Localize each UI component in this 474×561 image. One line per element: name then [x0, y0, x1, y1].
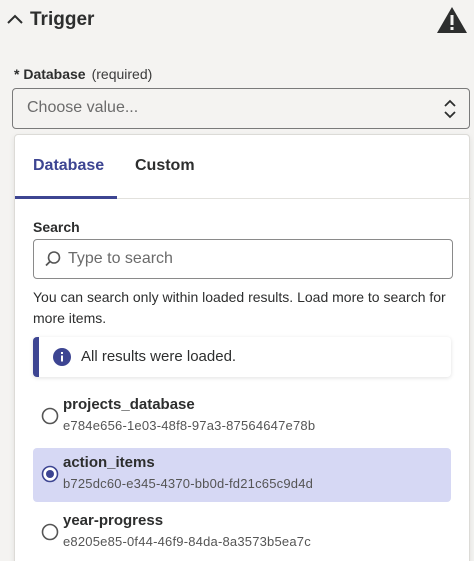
app-frame: Trigger * Database (required) Choose valu…: [0, 0, 474, 561]
database-field-label: * Database (required): [14, 66, 152, 82]
chevron-up-icon[interactable]: [6, 12, 24, 26]
option-year-progress[interactable]: year-progress e8205e85-0f44-46f9-84da-8a…: [33, 506, 451, 560]
option-projects-database[interactable]: projects_database e784e656-1e03-48f8-97a…: [33, 390, 451, 444]
notice-text: All results were loaded.: [81, 348, 237, 365]
search-label: Search: [33, 219, 80, 235]
search-icon: [45, 251, 61, 267]
dropdown-panel: Database Custom Search You can search on…: [14, 134, 471, 561]
updown-chevron-icon: [444, 99, 456, 119]
warning-icon: [437, 7, 467, 33]
tab-bar: Database Custom: [15, 135, 471, 199]
option-name: action_items: [63, 454, 155, 471]
option-action-items[interactable]: action_items b725dc60-e345-4370-bb0d-fd2…: [33, 448, 451, 502]
active-tab-indicator: [15, 196, 117, 199]
tab-database[interactable]: Database: [33, 157, 104, 175]
info-icon: [53, 348, 71, 366]
tab-custom[interactable]: Custom: [135, 157, 195, 175]
option-id: e784e656-1e03-48f8-97a3-87564647e78b: [63, 418, 316, 433]
radio-unchecked-icon[interactable]: [41, 407, 59, 425]
database-select[interactable]: Choose value...: [12, 88, 470, 129]
radio-unchecked-icon[interactable]: [41, 523, 59, 541]
info-notice: All results were loaded.: [33, 337, 451, 377]
section-title: Trigger: [30, 9, 95, 30]
search-help-text: You can search only within loaded result…: [33, 289, 446, 326]
required-text: (required): [91, 66, 153, 82]
section-header[interactable]: Trigger: [0, 0, 474, 44]
radio-checked-icon[interactable]: [41, 465, 59, 483]
select-placeholder: Choose value...: [27, 99, 139, 116]
search-box[interactable]: [33, 239, 453, 279]
option-name: projects_database: [63, 396, 195, 413]
search-input[interactable]: [68, 246, 438, 272]
field-label-text: * Database: [14, 66, 86, 82]
option-id: b725dc60-e345-4370-bb0d-fd21c65c9d4d: [63, 476, 314, 491]
option-name: year-progress: [63, 512, 164, 529]
option-id: e8205e85-0f44-46f9-84da-8a3573b5ea7c: [63, 534, 311, 549]
